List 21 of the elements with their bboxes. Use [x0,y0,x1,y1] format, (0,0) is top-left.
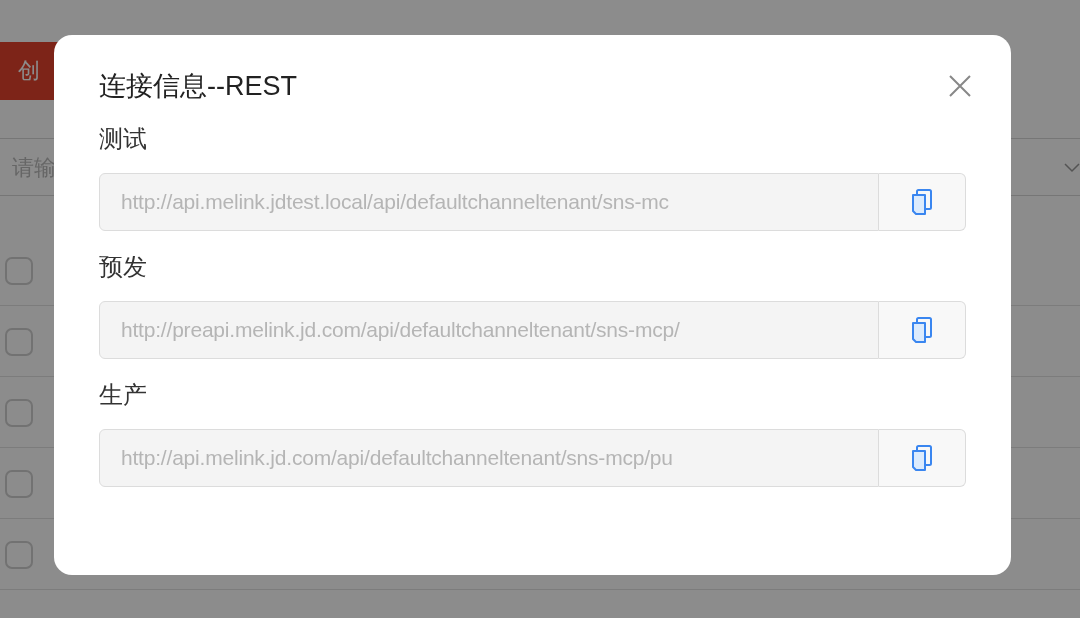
url-field[interactable]: http://preapi.melink.jd.com/api/defaultchanneltenant/sns-mcp/ [99,301,880,359]
row-checkbox[interactable] [5,257,33,285]
row-checkbox[interactable] [5,399,33,427]
create-button[interactable]: 创 [18,60,40,82]
url-field[interactable]: http://api.melink.jd.com/api/defaultchanneltenant/sns-mcp/pu [99,429,880,487]
url-field[interactable]: http://api.melink.jdtest.local/api/defaultchanneltenant/sns-mc [99,173,880,231]
chevron-down-icon[interactable] [1064,163,1080,173]
row-checkbox[interactable] [5,470,33,498]
close-icon[interactable] [948,74,972,98]
copy-button[interactable] [879,429,966,487]
copy-icon [911,189,934,215]
row-checkbox[interactable] [5,328,33,356]
row-checkbox[interactable] [5,541,33,569]
field-label: 测试 [99,127,148,151]
dialog-title: 连接信息--REST [99,69,297,103]
copy-icon [911,317,934,343]
field-label: 生产 [99,383,148,407]
copy-button[interactable] [879,173,966,231]
copy-icon [911,445,934,471]
copy-button[interactable] [879,301,966,359]
field-label: 预发 [99,255,148,279]
